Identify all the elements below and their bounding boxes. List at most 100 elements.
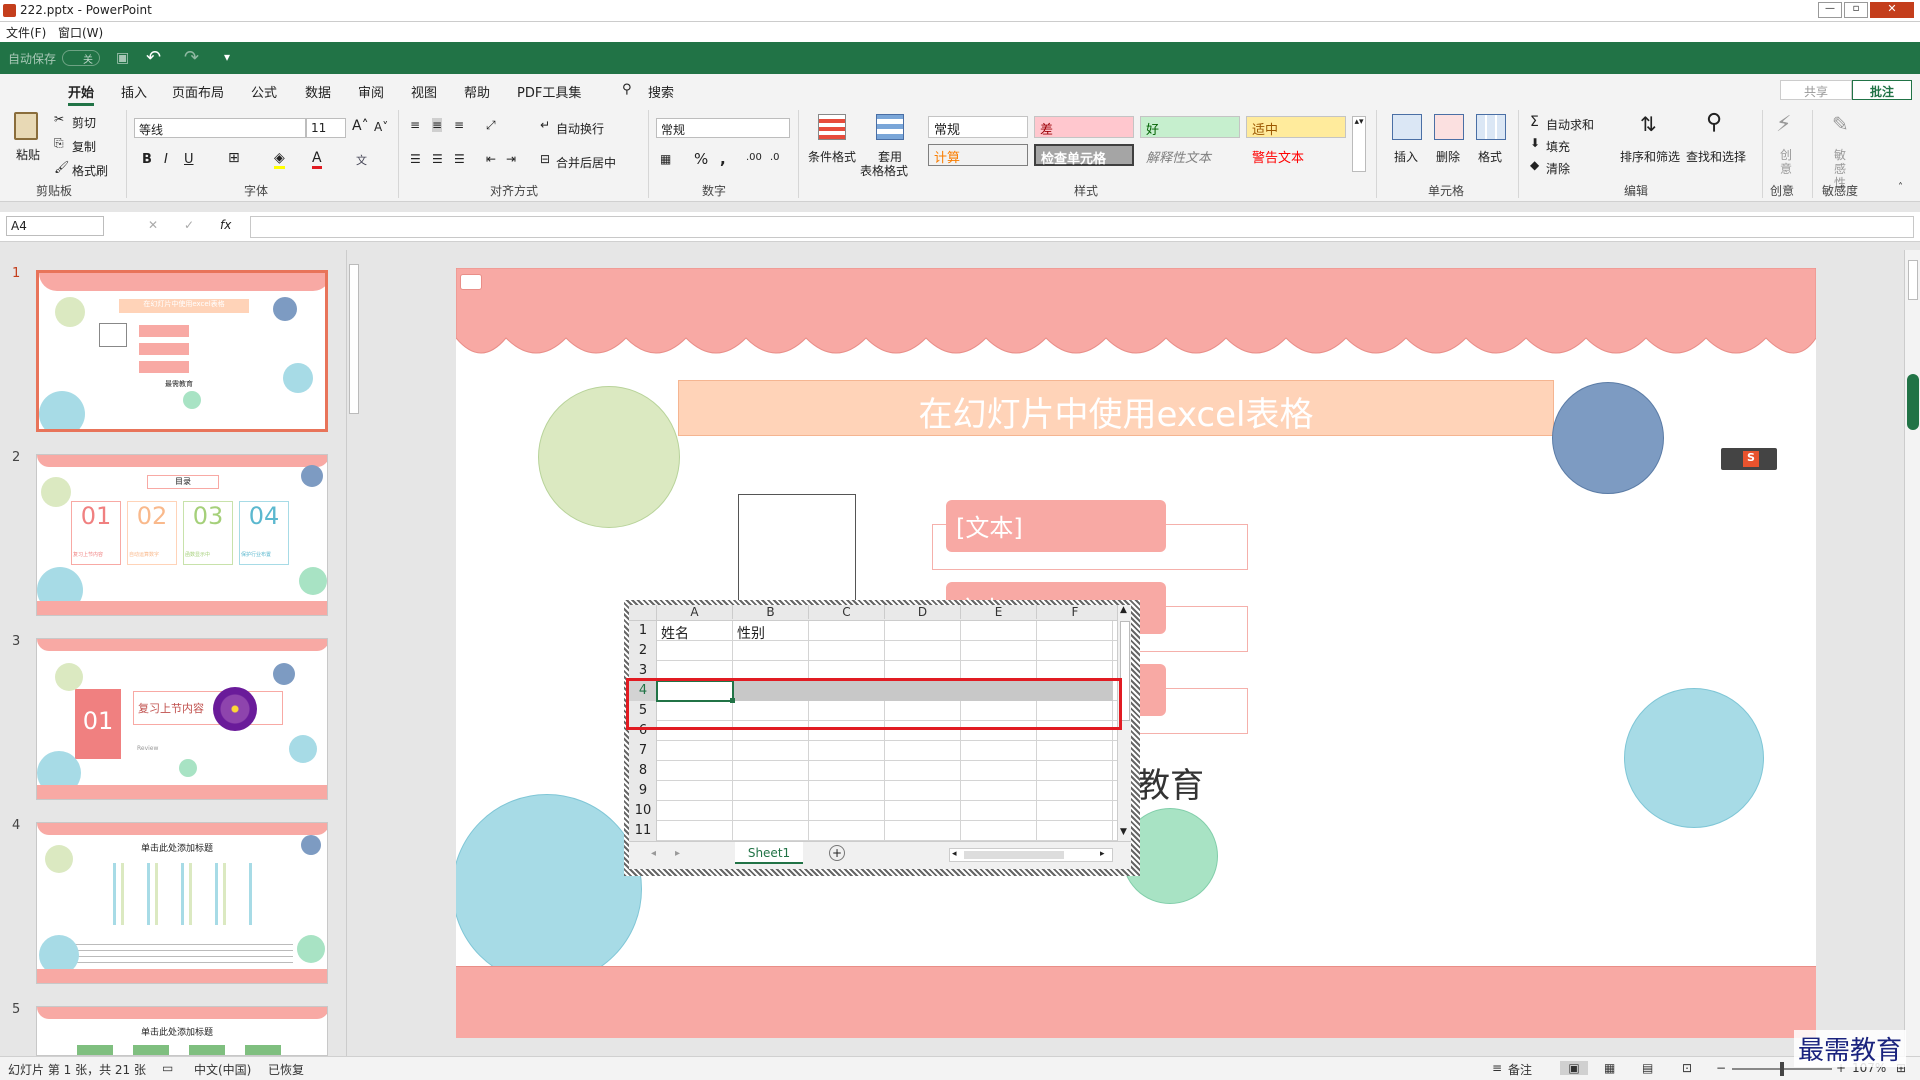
- add-sheet-icon[interactable]: +: [829, 845, 845, 861]
- thumbs-scrollbar[interactable]: [346, 250, 360, 1056]
- insert-cells-icon[interactable]: [1392, 114, 1422, 140]
- delete-cells-icon[interactable]: [1434, 114, 1464, 140]
- hscroll-left-icon[interactable]: ◂: [952, 849, 957, 859]
- align-bottom-icon[interactable]: ≡: [454, 118, 464, 132]
- menu-file[interactable]: 文件(F): [6, 24, 46, 41]
- autosum-icon[interactable]: Σ: [1530, 114, 1539, 130]
- delete-cells-button[interactable]: 删除: [1436, 148, 1460, 165]
- thumb-slide-1[interactable]: 在幻灯片中使用excel表格 最需教育: [36, 270, 328, 432]
- conditional-format-button[interactable]: 条件格式: [808, 148, 856, 165]
- square-frame[interactable]: [738, 494, 856, 604]
- col-header-b[interactable]: B: [733, 605, 809, 619]
- style-neutral[interactable]: 适中: [1246, 116, 1346, 138]
- thumbs-scroll-thumb[interactable]: [349, 264, 359, 414]
- slide-canvas[interactable]: 在幻灯片中使用excel表格 [文本] 文本 教育 S A B C D E F …: [456, 268, 1816, 1038]
- tab-help[interactable]: 帮助: [464, 82, 490, 101]
- excel-hscroll[interactable]: ◂ ▸: [949, 848, 1113, 862]
- style-good[interactable]: 好: [1140, 116, 1240, 138]
- cell-b1[interactable]: 性别: [737, 623, 765, 643]
- thumb-slide-5[interactable]: 单击此处添加标题: [36, 1006, 328, 1056]
- find-select-icon[interactable]: ⚲: [1706, 110, 1722, 135]
- corner-select-all[interactable]: [629, 605, 657, 621]
- bold-button[interactable]: B: [142, 152, 152, 167]
- table-format-button[interactable]: 表格格式: [860, 162, 908, 179]
- row-header[interactable]: 11: [629, 821, 657, 841]
- maximize-button[interactable]: ▫: [1844, 2, 1868, 18]
- cancel-icon[interactable]: ✕: [148, 218, 158, 232]
- tab-data[interactable]: 数据: [305, 82, 331, 101]
- align-right-icon[interactable]: ☰: [454, 152, 465, 166]
- styles-scroll-icon[interactable]: ▴▾: [1352, 116, 1366, 172]
- insert-function-button[interactable]: fx: [220, 218, 231, 232]
- canvas-scroll-thumb[interactable]: [1908, 260, 1918, 300]
- zoom-slider-thumb[interactable]: [1780, 1062, 1784, 1076]
- orientation-icon[interactable]: ⤢: [486, 118, 496, 133]
- copy-button[interactable]: 复制: [72, 138, 96, 155]
- row-header[interactable]: 10: [629, 801, 657, 821]
- reading-view-icon[interactable]: ▤: [1642, 1061, 1653, 1075]
- clear-button[interactable]: 清除: [1546, 160, 1570, 177]
- autosum-button[interactable]: 自动求和: [1546, 116, 1594, 133]
- tab-home[interactable]: 开始: [68, 82, 95, 106]
- decrease-indent-icon[interactable]: ⇤: [486, 152, 496, 166]
- row-header[interactable]: 8: [629, 761, 657, 781]
- accessibility-icon[interactable]: ▭: [162, 1061, 173, 1075]
- sogou-icon[interactable]: S: [1743, 451, 1759, 467]
- tab-review[interactable]: 审阅: [358, 82, 384, 101]
- canvas-vscroll[interactable]: [1904, 250, 1920, 1056]
- share-button[interactable]: 共享: [1780, 80, 1852, 100]
- wrap-text-icon[interactable]: ↵: [540, 118, 550, 132]
- format-painter-button[interactable]: 格式刷: [72, 162, 108, 179]
- conditional-format-icon[interactable]: [818, 114, 846, 140]
- enter-icon[interactable]: ✓: [184, 218, 194, 232]
- align-middle-icon[interactable]: ≡: [432, 118, 443, 132]
- customize-qat-icon[interactable]: ▾: [224, 50, 230, 64]
- accounting-icon[interactable]: ▦: [660, 152, 671, 166]
- save-icon[interactable]: ▣: [116, 50, 129, 66]
- tab-pdf-tools[interactable]: PDF工具集: [517, 82, 581, 101]
- align-top-icon[interactable]: ≡: [410, 118, 420, 132]
- fill-button[interactable]: 填充: [1546, 138, 1570, 155]
- notes-icon[interactable]: ≡: [1492, 1061, 1502, 1075]
- education-text[interactable]: 教育: [1136, 758, 1204, 807]
- close-button[interactable]: ✕: [1870, 2, 1914, 18]
- find-select-button[interactable]: 查找和选择: [1686, 148, 1746, 165]
- next-sheet-icon[interactable]: ▸: [675, 848, 680, 859]
- name-box[interactable]: A4: [6, 216, 104, 236]
- style-calculation[interactable]: 计算: [928, 144, 1028, 166]
- style-check-cell[interactable]: 检查单元格: [1034, 144, 1134, 167]
- col-header-a[interactable]: A: [657, 605, 733, 619]
- thumb-slide-4[interactable]: 单击此处添加标题: [36, 822, 328, 984]
- percent-icon[interactable]: %: [694, 150, 708, 168]
- comment-icon[interactable]: [460, 274, 482, 290]
- floating-ime-toolbar[interactable]: S: [1721, 448, 1777, 470]
- style-warning[interactable]: 警告文本: [1246, 144, 1346, 166]
- collapse-ribbon-icon[interactable]: ˄: [1898, 182, 1903, 193]
- search-icon[interactable]: ⚲: [622, 82, 632, 97]
- slideshow-icon[interactable]: ⊡: [1682, 1061, 1692, 1075]
- text-box-1[interactable]: [文本]: [946, 500, 1166, 552]
- decrease-decimal-icon[interactable]: .0: [770, 152, 780, 163]
- grow-font-icon[interactable]: A˄: [352, 118, 369, 134]
- style-explanatory[interactable]: 解释性文本: [1140, 144, 1240, 166]
- paste-button[interactable]: 粘贴: [16, 146, 40, 163]
- zoom-out-icon[interactable]: −: [1716, 1061, 1726, 1075]
- thumb-slide-3[interactable]: 01 复习上节内容 Review: [36, 638, 328, 800]
- insert-cells-button[interactable]: 插入: [1394, 148, 1418, 165]
- phonetic-icon[interactable]: 文: [356, 152, 367, 168]
- clear-icon[interactable]: ◆: [1530, 158, 1539, 172]
- row-header[interactable]: 2: [629, 641, 657, 661]
- scroll-down-icon[interactable]: ▼: [1120, 827, 1127, 837]
- border-icon[interactable]: ⊞: [228, 150, 240, 166]
- normal-view-icon[interactable]: ▣: [1560, 1061, 1588, 1075]
- creativity-button-2[interactable]: 意: [1780, 160, 1792, 177]
- table-format-icon[interactable]: [876, 114, 904, 140]
- cell-grid[interactable]: [657, 621, 1117, 841]
- row-header[interactable]: 9: [629, 781, 657, 801]
- language-status[interactable]: 中文(中国): [194, 1061, 251, 1078]
- sensitivity-icon[interactable]: ✎: [1832, 112, 1849, 136]
- wrap-text-button[interactable]: 自动换行: [556, 120, 604, 137]
- cut-button[interactable]: 剪切: [72, 114, 96, 131]
- tab-view[interactable]: 视图: [411, 82, 437, 101]
- font-name-select[interactable]: 等线: [134, 118, 306, 138]
